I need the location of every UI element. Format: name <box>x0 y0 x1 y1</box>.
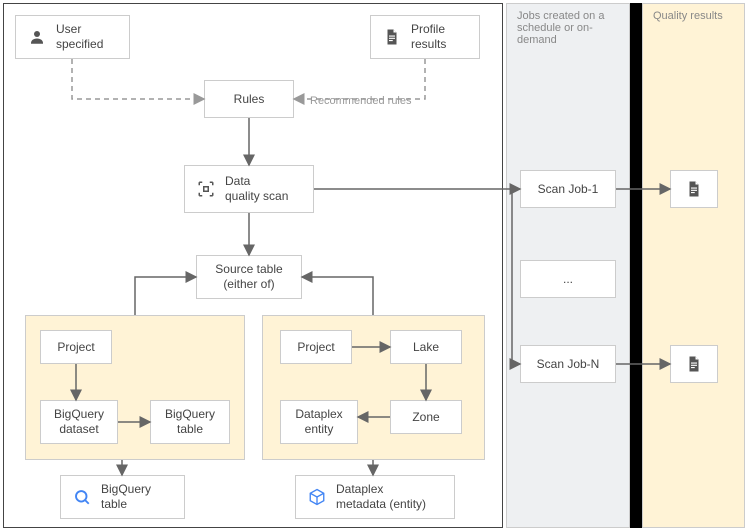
rules-label: Rules <box>234 92 265 107</box>
recommended-rules-label: Recommended rules <box>310 95 412 107</box>
dp-entity-card: Dataplex entity <box>280 400 358 444</box>
source-table-label: Source table (either of) <box>215 262 282 292</box>
scan-job-ellipsis-card: ... <box>520 260 616 298</box>
scan-icon <box>197 180 215 198</box>
bq-table-out-label: BigQuery table <box>101 482 151 512</box>
dp-project-card: Project <box>280 330 352 364</box>
scan-job-n-card: Scan Job-N <box>520 345 616 383</box>
bq-table-label: BigQuery table <box>165 407 215 437</box>
user-specified-label: User specified <box>56 22 103 52</box>
user-icon <box>28 28 46 46</box>
dp-project-label: Project <box>297 340 334 355</box>
document-icon <box>685 180 703 198</box>
data-quality-scan-label: Data quality scan <box>225 174 288 204</box>
quality-region-title: Quality results <box>653 10 723 22</box>
dp-lake-label: Lake <box>413 340 439 355</box>
bq-project-card: Project <box>40 330 112 364</box>
rules-card: Rules <box>204 80 294 118</box>
user-specified-card: User specified <box>15 15 130 59</box>
dataplex-icon <box>308 488 326 506</box>
result-doc-n <box>670 345 718 383</box>
dp-lake-card: Lake <box>390 330 462 364</box>
bq-dataset-label: BigQuery dataset <box>54 407 104 437</box>
dp-metadata-out-label: Dataplex metadata (entity) <box>336 482 426 512</box>
bq-project-label: Project <box>57 340 94 355</box>
bigquery-icon <box>73 488 91 506</box>
profile-results-card: Profile results <box>370 15 480 59</box>
scan-job-1-card: Scan Job-1 <box>520 170 616 208</box>
jobs-region-title: Jobs created on a schedule or on-demand <box>517 10 629 46</box>
dp-entity-label: Dataplex entity <box>295 407 342 437</box>
scan-job-ellipsis-label: ... <box>563 272 573 287</box>
gap-bar <box>630 3 642 528</box>
quality-region: Quality results <box>642 3 745 528</box>
scan-job-n-label: Scan Job-N <box>537 357 600 372</box>
profile-results-label: Profile results <box>411 22 446 52</box>
dp-metadata-out-card: Dataplex metadata (entity) <box>295 475 455 519</box>
scan-job-1-label: Scan Job-1 <box>538 182 599 197</box>
data-quality-scan-card: Data quality scan <box>184 165 314 213</box>
document-icon <box>685 355 703 373</box>
bq-dataset-card: BigQuery dataset <box>40 400 118 444</box>
source-table-card: Source table (either of) <box>196 255 302 299</box>
bq-table-card: BigQuery table <box>150 400 230 444</box>
dp-zone-label: Zone <box>412 410 439 425</box>
result-doc-1 <box>670 170 718 208</box>
dp-zone-card: Zone <box>390 400 462 434</box>
document-icon <box>383 28 401 46</box>
bq-table-out-card: BigQuery table <box>60 475 185 519</box>
